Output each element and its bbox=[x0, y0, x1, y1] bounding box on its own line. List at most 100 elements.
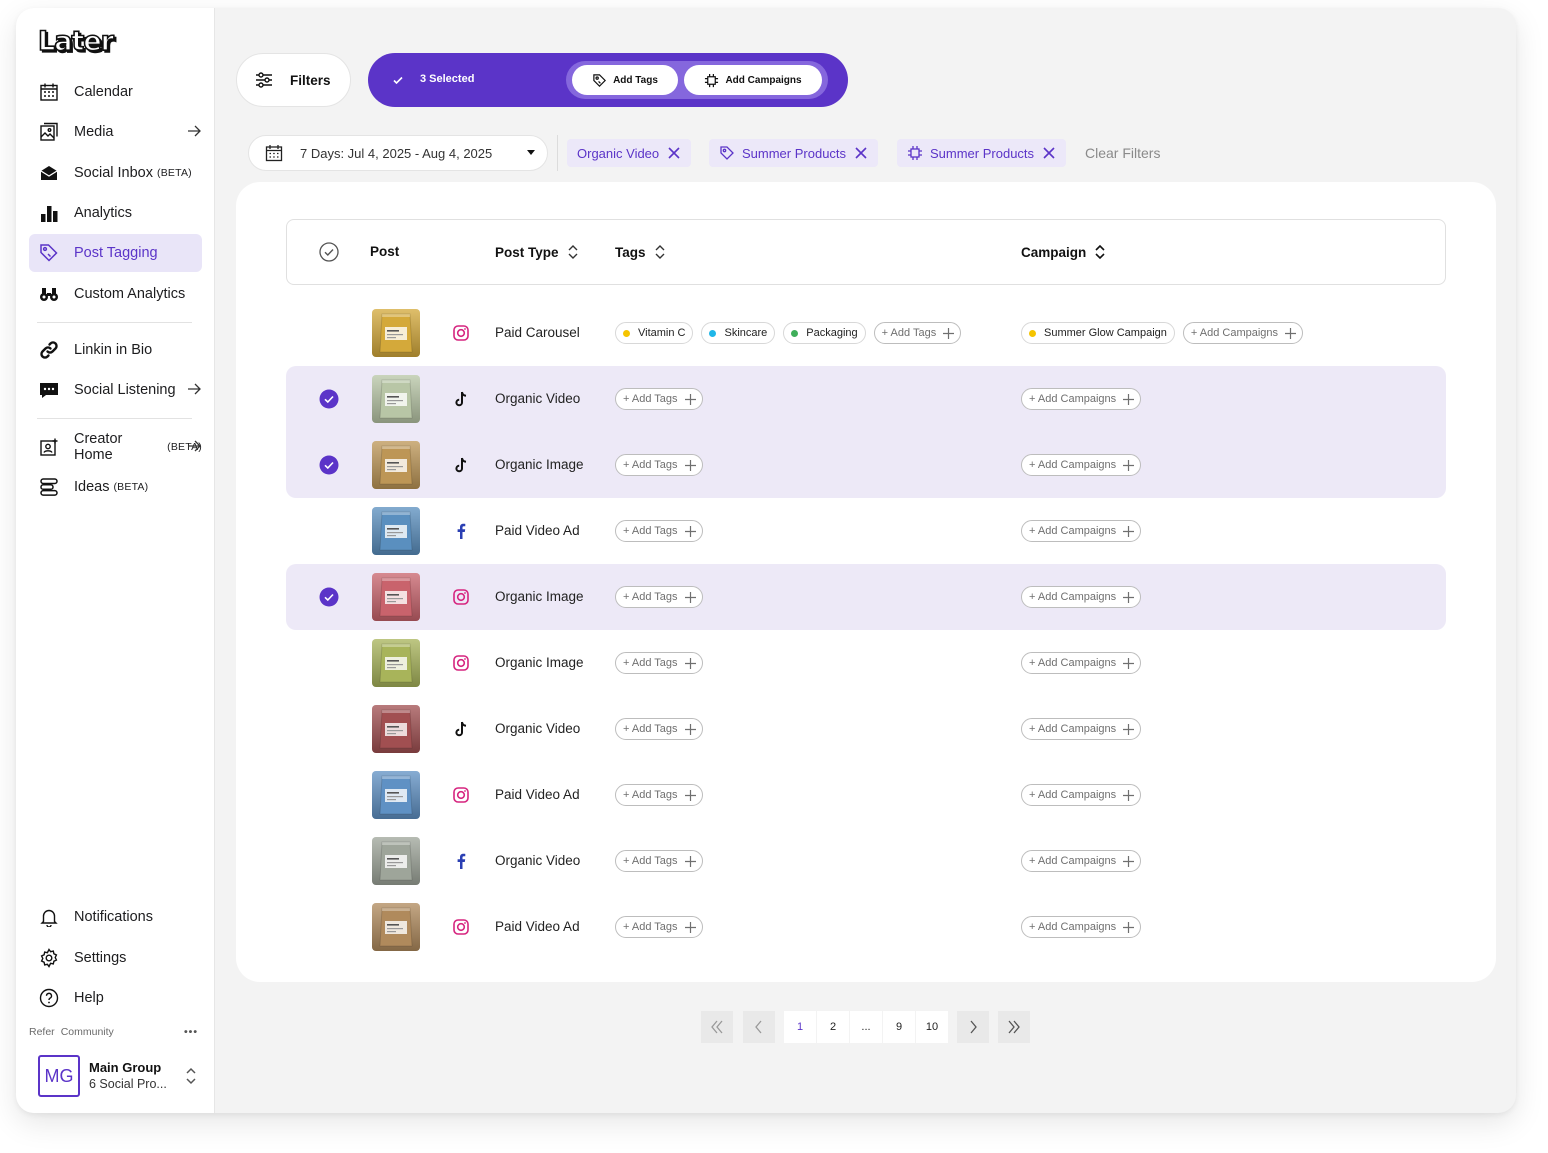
post-thumbnail[interactable] bbox=[372, 639, 420, 687]
table-row[interactable]: Paid Video Ad + Add Tags + Add Campaigns bbox=[286, 498, 1446, 564]
close-icon[interactable] bbox=[667, 146, 681, 160]
tag-badge[interactable]: Skincare bbox=[701, 322, 776, 344]
sidebar-item-creator-home[interactable]: Creator Home (BETA) bbox=[29, 428, 202, 466]
add-campaigns-button[interactable]: + Add Campaigns bbox=[1021, 916, 1142, 938]
sidebar-item-notifications[interactable]: Notifications bbox=[29, 898, 202, 936]
add-campaigns-button[interactable]: + Add Campaigns bbox=[1021, 718, 1142, 740]
sidebar-item-media[interactable]: Media bbox=[29, 113, 202, 151]
add-tags-button[interactable]: + Add Tags bbox=[615, 916, 703, 938]
chip-label: Organic Video bbox=[577, 145, 660, 161]
column-tags[interactable]: Tags bbox=[615, 244, 666, 260]
post-thumbnail[interactable] bbox=[372, 903, 420, 951]
add-campaigns-button[interactable]: + Add Campaigns bbox=[1021, 784, 1142, 806]
sidebar-item-post-tagging[interactable]: Post Tagging bbox=[29, 234, 202, 272]
table-row[interactable]: Organic Image + Add Tags + Add Campaigns bbox=[286, 432, 1446, 498]
add-campaigns-button[interactable]: + Add Campaigns bbox=[1021, 454, 1142, 476]
table-row[interactable]: Organic Image + Add Tags + Add Campaigns bbox=[286, 564, 1446, 630]
prev-page-button[interactable] bbox=[743, 1011, 775, 1043]
post-thumbnail[interactable] bbox=[372, 507, 420, 555]
row-checkbox-checked[interactable] bbox=[319, 389, 339, 409]
date-range-select[interactable]: 7 Days: Jul 4, 2025 - Aug 4, 2025 bbox=[248, 135, 548, 171]
add-campaigns-button[interactable]: + Add Campaigns bbox=[1021, 850, 1142, 872]
sidebar-item-ideas[interactable]: Ideas (BETA) bbox=[29, 468, 202, 506]
post-thumbnail[interactable] bbox=[372, 837, 420, 885]
sidebar-item-social-inbox[interactable]: Social Inbox (BETA) bbox=[29, 154, 202, 192]
tag-icon bbox=[40, 244, 58, 262]
table-row[interactable]: Organic Video + Add Tags + Add Campaigns bbox=[286, 366, 1446, 432]
post-thumbnail[interactable] bbox=[372, 771, 420, 819]
sort-icon[interactable] bbox=[1094, 244, 1106, 260]
add-tags-button[interactable]: + Add Tags bbox=[615, 652, 703, 674]
table-row[interactable]: Paid Video Ad + Add Tags + Add Campaigns bbox=[286, 894, 1446, 960]
page-1[interactable]: 1 bbox=[784, 1011, 816, 1043]
row-checkbox-checked[interactable] bbox=[319, 455, 339, 475]
first-page-button[interactable] bbox=[701, 1011, 733, 1043]
add-tags-button[interactable]: + Add Tags bbox=[615, 586, 703, 608]
add-tags-button[interactable]: + Add Tags bbox=[615, 718, 703, 740]
campaign-cell: Summer Glow Campaign + Add Campaigns bbox=[1021, 322, 1304, 344]
refer-link[interactable]: Refer bbox=[29, 1026, 55, 1038]
more-icon[interactable]: ••• bbox=[184, 1026, 198, 1038]
clear-filters-link[interactable]: Clear Filters bbox=[1085, 145, 1160, 161]
page-2[interactable]: 2 bbox=[817, 1011, 849, 1043]
row-checkbox-checked[interactable] bbox=[319, 587, 339, 607]
close-icon[interactable] bbox=[1042, 146, 1056, 160]
filter-chip-tag[interactable]: Summer Products bbox=[709, 139, 879, 167]
page-10[interactable]: 10 bbox=[916, 1011, 948, 1043]
add-campaigns-button[interactable]: + Add Campaigns bbox=[1021, 520, 1142, 542]
post-thumbnail[interactable] bbox=[372, 309, 420, 357]
post-type: Paid Carousel bbox=[495, 325, 580, 340]
add-tags-button[interactable]: Add Tags bbox=[572, 65, 678, 95]
column-campaign[interactable]: Campaign bbox=[1021, 244, 1106, 260]
add-tags-button[interactable]: + Add Tags bbox=[873, 322, 962, 344]
sidebar-item-analytics[interactable]: Analytics bbox=[29, 194, 202, 232]
column-post-type[interactable]: Post Type bbox=[495, 244, 579, 260]
chevron-updown-icon bbox=[186, 1067, 196, 1085]
filters-button[interactable]: Filters bbox=[236, 53, 351, 107]
filter-chip-post-type[interactable]: Organic Video bbox=[567, 139, 692, 167]
tag-badge[interactable]: Vitamin C bbox=[615, 322, 694, 344]
post-thumbnail[interactable] bbox=[372, 573, 420, 621]
table-row[interactable]: Paid Carousel Vitamin C Skincare Packaging +… bbox=[286, 300, 1446, 366]
add-tags-button[interactable]: + Add Tags bbox=[615, 454, 703, 476]
table-row[interactable]: Organic Image + Add Tags + Add Campaigns bbox=[286, 630, 1446, 696]
sidebar-item-linkin-in-bio[interactable]: Linkin in Bio bbox=[29, 331, 202, 369]
page-9[interactable]: 9 bbox=[883, 1011, 915, 1043]
community-link[interactable]: Community bbox=[61, 1026, 114, 1038]
plus-icon bbox=[684, 855, 696, 867]
check-icon[interactable] bbox=[391, 73, 405, 87]
next-page-button[interactable] bbox=[957, 1011, 989, 1043]
select-all-checkbox[interactable] bbox=[319, 242, 339, 262]
campaign-badge[interactable]: Summer Glow Campaign bbox=[1021, 322, 1175, 344]
add-tags-button[interactable]: + Add Tags bbox=[615, 850, 703, 872]
sidebar-item-settings[interactable]: Settings bbox=[29, 939, 202, 977]
close-icon[interactable] bbox=[854, 146, 868, 160]
add-tags-button[interactable]: + Add Tags bbox=[615, 520, 703, 542]
account-switcher[interactable]: MG Main Group 6 Social Pro... bbox=[38, 1054, 198, 1098]
table-row[interactable]: Paid Video Ad + Add Tags + Add Campaigns bbox=[286, 762, 1446, 828]
post-thumbnail[interactable] bbox=[372, 375, 420, 423]
sort-icon[interactable] bbox=[654, 244, 666, 260]
sidebar-item-calendar[interactable]: Calendar bbox=[29, 73, 202, 111]
sidebar-item-custom-analytics[interactable]: Custom Analytics bbox=[29, 275, 202, 313]
last-page-button[interactable] bbox=[998, 1011, 1030, 1043]
sidebar-item-social-listening[interactable]: Social Listening bbox=[29, 371, 202, 409]
filter-chip-campaign[interactable]: Summer Products bbox=[897, 139, 1067, 167]
add-campaigns-button[interactable]: + Add Campaigns bbox=[1021, 388, 1142, 410]
later-logo[interactable]: Later Later bbox=[38, 27, 132, 57]
add-tags-button[interactable]: + Add Tags bbox=[615, 388, 703, 410]
instagram-icon bbox=[453, 655, 469, 671]
add-campaigns-button[interactable]: + Add Campaigns bbox=[1021, 586, 1142, 608]
post-thumbnail[interactable] bbox=[372, 441, 420, 489]
tag-badge[interactable]: Packaging bbox=[783, 322, 866, 344]
table-row[interactable]: Organic Video + Add Tags + Add Campaigns bbox=[286, 696, 1446, 762]
sidebar-item-help[interactable]: Help bbox=[29, 979, 202, 1017]
post-thumbnail[interactable] bbox=[372, 705, 420, 753]
add-campaigns-button[interactable]: Add Campaigns bbox=[684, 65, 822, 95]
add-campaigns-button[interactable]: + Add Campaigns bbox=[1021, 652, 1142, 674]
plus-icon bbox=[684, 921, 696, 933]
table-row[interactable]: Organic Video + Add Tags + Add Campaigns bbox=[286, 828, 1446, 894]
add-campaigns-button[interactable]: + Add Campaigns bbox=[1182, 322, 1304, 344]
sort-icon[interactable] bbox=[567, 244, 579, 260]
add-tags-button[interactable]: + Add Tags bbox=[615, 784, 703, 806]
